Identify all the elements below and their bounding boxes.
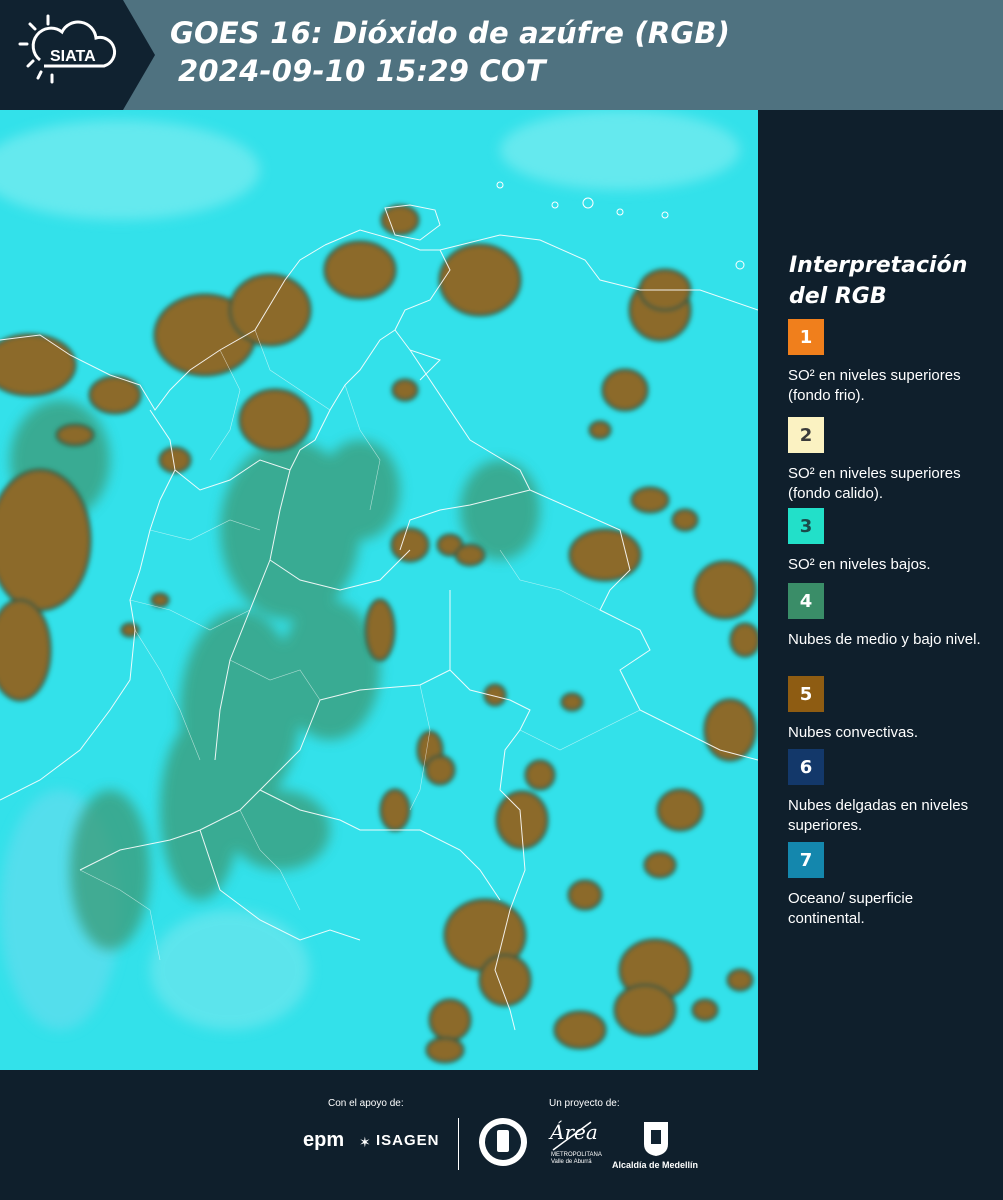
legend-label: SO² en niveles superiores (fondo frio).: [788, 367, 961, 404]
legend-title: Interpretación del RGB: [789, 250, 967, 312]
legend-swatch: 6: [788, 749, 824, 785]
footer-bar: Con el apoyo de: Un proyecto de: epm ✶ I…: [0, 1070, 1003, 1200]
legend-label: Oceano/ superficie continental.: [788, 890, 914, 927]
satellite-map[interactable]: [0, 110, 758, 1070]
legend-label: Nubes convectivas.: [788, 724, 919, 741]
legend-label: SO² en niveles bajos.: [788, 556, 931, 573]
legend-title-line1: Interpretación: [789, 253, 968, 278]
epm-logo[interactable]: epm: [303, 1129, 344, 1152]
legend-item-3: 3 SO² en niveles bajos.: [788, 508, 993, 575]
area-metropolitana-logo[interactable]: Área: [550, 1120, 598, 1144]
legend-item-4: 4 Nubes de medio y bajo nivel.: [788, 583, 993, 650]
title-product: GOES 16: Dióxido de azúfre (RGB): [170, 16, 731, 50]
area-sub-line1: METROPOLITANA: [551, 1152, 602, 1158]
isagen-icon: ✶: [359, 1134, 371, 1150]
area-metropolitana-subtitle: METROPOLITANA Valle de Aburrá: [551, 1152, 602, 1166]
legend-panel: Interpretación del RGB 1 SO² en niveles s…: [760, 110, 1003, 1070]
university-seal-icon[interactable]: [477, 1116, 529, 1168]
legend-item-2: 2 SO² en niveles superiores (fondo calido…: [788, 417, 993, 504]
legend-item-7: 7 Oceano/ superficie continental.: [788, 842, 993, 929]
page-title: GOES 16: Dióxido de azúfre (RGB) 2024-09…: [170, 14, 730, 90]
legend-item-1: 1 SO² en niveles superiores (fondo frio).: [788, 319, 993, 406]
logo-text: SIATA: [50, 48, 96, 65]
legend-title-line2: del RGB: [789, 284, 887, 309]
legend-swatch: 3: [788, 508, 824, 544]
legend-swatch: 7: [788, 842, 824, 878]
legend-item-6: 6 Nubes delgadas en niveles superiores.: [788, 749, 993, 836]
legend-swatch: 2: [788, 417, 824, 453]
legend-label: Nubes delgadas en niveles superiores.: [788, 797, 969, 834]
siata-logo[interactable]: SIATA: [0, 0, 155, 110]
legend-label: Nubes de medio y bajo nivel.: [788, 631, 981, 648]
area-sub-line2: Valle de Aburrá: [551, 1159, 592, 1165]
legend-swatch: 1: [788, 319, 824, 355]
legend-swatch: 4: [788, 583, 824, 619]
medellin-shield-icon: [644, 1122, 668, 1156]
project-label: Un proyecto de:: [549, 1098, 620, 1109]
legend-label: SO² en niveles superiores (fondo calido)…: [788, 465, 961, 502]
support-label: Con el apoyo de:: [328, 1098, 404, 1109]
title-datetime: 2024-09-10 15:29 COT: [178, 54, 546, 88]
header-bar: SIATA GOES 16: Dióxido de azúfre (RGB) 2…: [0, 0, 1003, 110]
legend-item-5: 5 Nubes convectivas.: [788, 676, 993, 743]
isagen-logo[interactable]: ISAGEN: [376, 1132, 440, 1149]
legend-swatch: 5: [788, 676, 824, 712]
footer-divider: [458, 1118, 459, 1170]
alcaldia-medellin-logo[interactable]: Alcaldía de Medellín: [612, 1160, 698, 1170]
